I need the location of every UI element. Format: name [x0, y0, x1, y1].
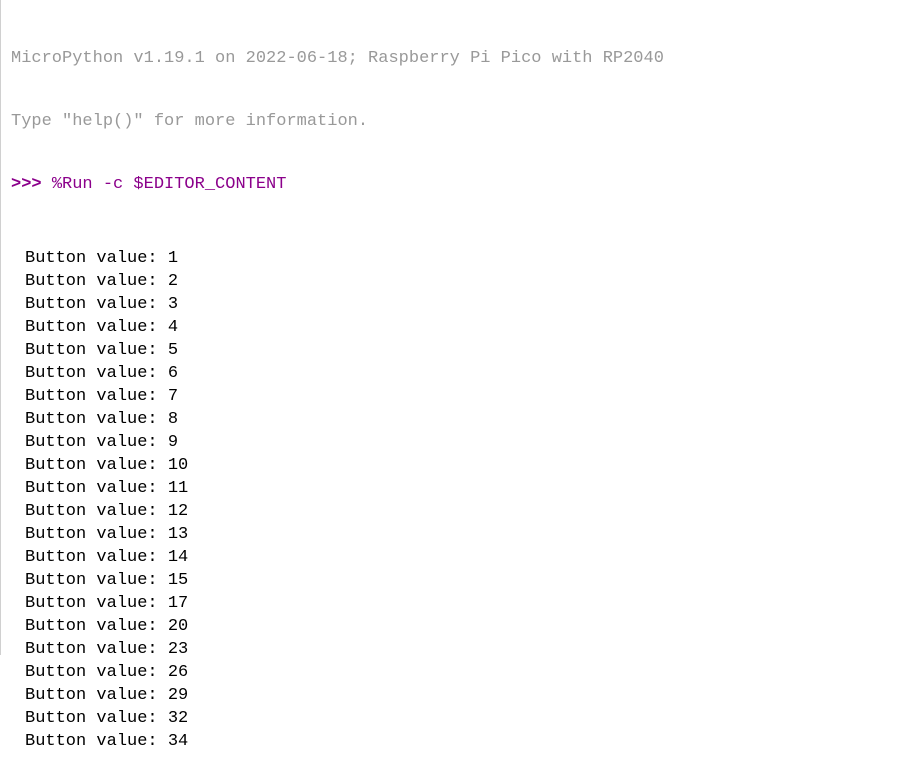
output-line: Button value: 5: [25, 339, 907, 362]
prompt-line: >>> %Run -c $EDITOR_CONTENT: [11, 174, 907, 195]
help-hint-line: Type "help()" for more information.: [11, 111, 907, 132]
output-line: Button value: 32: [25, 707, 907, 730]
prompt-symbol: >>>: [11, 175, 52, 194]
output-line: Button value: 14: [25, 546, 907, 569]
output-line: Button value: 10: [25, 454, 907, 477]
output-line: Button value: 13: [25, 523, 907, 546]
output-line: Button value: 26: [25, 661, 907, 684]
output-line: Button value: 17: [25, 592, 907, 615]
output-line: Button value: 1: [25, 247, 907, 270]
output-line: Button value: 7: [25, 385, 907, 408]
output-line: Button value: 2: [25, 270, 907, 293]
output-line: Button value: 3: [25, 293, 907, 316]
repl-console[interactable]: MicroPython v1.19.1 on 2022-06-18; Raspb…: [11, 6, 907, 774]
output-line: Button value: 34: [25, 730, 907, 753]
output-line: Button value: 11: [25, 477, 907, 500]
output-line: Button value: 9: [25, 431, 907, 454]
output-line: Button value: 4: [25, 316, 907, 339]
output-line: Button value: 23: [25, 638, 907, 661]
output-line: Button value: 29: [25, 684, 907, 707]
output-line: Button value: 12: [25, 500, 907, 523]
run-command: %Run -c $EDITOR_CONTENT: [52, 175, 287, 194]
output-line: Button value: 15: [25, 569, 907, 592]
output-line: Button value: 6: [25, 362, 907, 385]
micropython-version-line: MicroPython v1.19.1 on 2022-06-18; Raspb…: [11, 48, 907, 69]
output-line: Button value: 20: [25, 615, 907, 638]
output-line: Button value: 8: [25, 408, 907, 431]
program-output: Button value: 1Button value: 2Button val…: [25, 247, 907, 753]
